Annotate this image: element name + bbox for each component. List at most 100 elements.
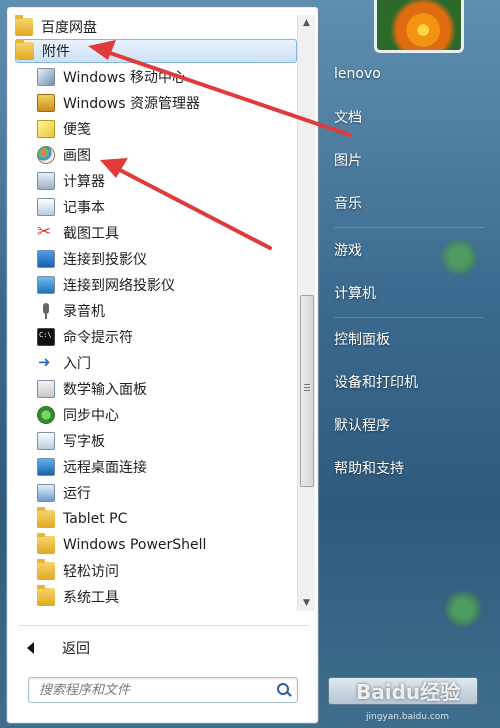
divider	[19, 625, 309, 626]
back-arrow-icon	[27, 642, 34, 654]
program-item-remote-desktop[interactable]: 远程桌面连接	[37, 455, 297, 479]
program-item-calculator[interactable]: 计算器	[37, 169, 297, 193]
search-icon[interactable]	[275, 681, 293, 699]
program-item-command-prompt[interactable]: 命令提示符	[37, 325, 297, 349]
program-item-projector[interactable]: 连接到投影仪	[37, 247, 297, 271]
program-list-scrollbar[interactable]: ▲ ▼	[297, 15, 315, 611]
search-box[interactable]	[28, 677, 298, 703]
item-label: 同步中心	[63, 408, 119, 424]
menu-item-user[interactable]: lenovo	[334, 62, 381, 86]
mobility-center-icon	[37, 68, 55, 86]
program-item-sound-recorder[interactable]: 录音机	[37, 299, 297, 323]
program-item-network-projector[interactable]: 连接到网络投影仪	[37, 273, 297, 297]
back-label: 返回	[62, 641, 90, 657]
program-item-sticky-notes[interactable]: 便笺	[37, 117, 297, 141]
menu-separator	[334, 317, 484, 318]
scroll-thumb[interactable]	[300, 295, 314, 487]
item-label: Tablet PC	[63, 511, 128, 527]
programs-panel: 百度网盘 附件 Windows 移动中心 Windows 资源管理器 便笺 画图…	[6, 6, 319, 724]
menu-item-control-panel[interactable]: 控制面板	[334, 327, 390, 351]
item-label: 写字板	[63, 434, 105, 450]
item-label: 百度网盘	[41, 20, 97, 36]
menu-item-documents[interactable]: 文档	[334, 105, 362, 129]
program-item-sync-center[interactable]: 同步中心	[37, 403, 297, 427]
calculator-icon	[37, 172, 55, 190]
folder-powershell[interactable]: Windows PowerShell	[37, 533, 297, 557]
item-label: Windows 资源管理器	[63, 96, 200, 112]
grip-icon	[304, 384, 310, 385]
menu-item-pictures[interactable]: 图片	[334, 148, 362, 172]
snipping-tool-icon	[37, 222, 55, 242]
item-label: 运行	[63, 486, 91, 502]
folder-ease-of-access[interactable]: 轻松访问	[37, 559, 297, 583]
folder-accessories[interactable]: 附件	[15, 39, 297, 63]
watermark-logo: Baidu经验	[356, 680, 461, 704]
getting-started-icon	[37, 353, 55, 372]
item-label: 入门	[63, 356, 91, 372]
folder-baidu-netdisk[interactable]: 百度网盘	[15, 15, 297, 39]
folder-icon	[37, 507, 55, 528]
item-label: 连接到网络投影仪	[63, 278, 175, 294]
menu-item-help-support[interactable]: 帮助和支持	[334, 456, 404, 480]
item-label: 数学输入面板	[63, 382, 147, 398]
item-label: 录音机	[63, 304, 105, 320]
item-label: Windows 移动中心	[63, 70, 186, 86]
notepad-icon	[37, 198, 55, 216]
menu-item-default-programs[interactable]: 默认程序	[334, 413, 390, 437]
background-glow	[440, 238, 478, 276]
program-item-notepad[interactable]: 记事本	[37, 195, 297, 219]
folder-system-tools[interactable]: 系统工具	[37, 585, 297, 609]
sticky-notes-icon	[37, 120, 55, 138]
network-projector-icon	[37, 276, 55, 294]
folder-icon	[37, 559, 55, 580]
item-label: 画图	[63, 148, 91, 164]
program-item-getting-started[interactable]: 入门	[37, 351, 297, 375]
math-input-icon	[37, 380, 55, 398]
menu-item-games[interactable]: 游戏	[334, 238, 362, 262]
menu-item-music[interactable]: 音乐	[334, 191, 362, 215]
projector-icon	[37, 250, 55, 268]
item-label: 便笺	[63, 122, 91, 138]
scroll-down-button[interactable]: ▼	[298, 595, 315, 611]
background-glow	[444, 590, 482, 628]
sync-center-icon	[37, 406, 55, 424]
remote-desktop-icon	[37, 458, 55, 476]
folder-icon	[16, 39, 34, 60]
paint-icon	[37, 146, 55, 164]
menu-item-computer[interactable]: 计算机	[334, 281, 376, 305]
folder-icon	[15, 15, 33, 36]
item-label: 连接到投影仪	[63, 252, 147, 268]
folder-icon	[37, 533, 55, 554]
run-icon	[37, 484, 55, 502]
item-label: 计算器	[63, 174, 105, 190]
menu-item-devices-printers[interactable]: 设备和打印机	[334, 370, 418, 394]
item-label: 系统工具	[63, 590, 119, 606]
item-label: 命令提示符	[63, 330, 133, 346]
explorer-icon	[37, 94, 55, 112]
item-label: 轻松访问	[63, 564, 119, 580]
folder-icon	[37, 585, 55, 606]
back-button[interactable]: 返回	[27, 637, 90, 659]
program-item-wordpad[interactable]: 写字板	[37, 429, 297, 453]
microphone-icon	[37, 302, 55, 320]
program-item-snipping-tool[interactable]: 截图工具	[37, 221, 297, 245]
item-label: 远程桌面连接	[63, 460, 147, 476]
program-item-run[interactable]: 运行	[37, 481, 297, 505]
user-avatar[interactable]	[374, 0, 464, 53]
program-item-paint[interactable]: 画图	[37, 143, 297, 167]
command-prompt-icon	[37, 328, 55, 346]
watermark-url: jingyan.baidu.com	[366, 712, 450, 722]
folder-tablet-pc[interactable]: Tablet PC	[37, 507, 297, 531]
program-item-mobility-center[interactable]: Windows 移动中心	[37, 65, 297, 89]
wordpad-icon	[37, 432, 55, 450]
program-list: 百度网盘 附件 Windows 移动中心 Windows 资源管理器 便笺 画图…	[7, 7, 297, 611]
program-item-explorer[interactable]: Windows 资源管理器	[37, 91, 297, 115]
menu-separator	[334, 227, 484, 228]
search-input[interactable]	[37, 681, 275, 699]
item-label: 附件	[42, 44, 70, 60]
item-label: 记事本	[63, 200, 105, 216]
scroll-up-button[interactable]: ▲	[298, 15, 315, 31]
item-label: 截图工具	[63, 226, 119, 242]
item-label: Windows PowerShell	[63, 537, 207, 553]
program-item-math-input[interactable]: 数学输入面板	[37, 377, 297, 401]
